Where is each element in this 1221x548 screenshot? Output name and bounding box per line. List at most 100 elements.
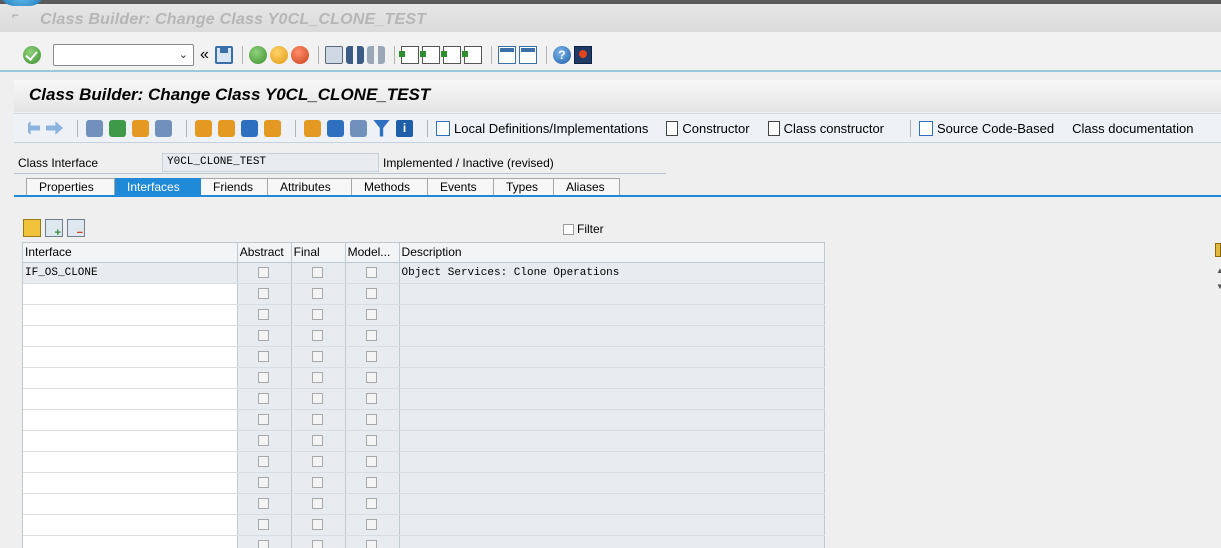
- final-cell[interactable]: [291, 347, 346, 367]
- table-row[interactable]: [23, 515, 826, 536]
- table-row[interactable]: [23, 347, 826, 368]
- table-row[interactable]: [23, 452, 826, 473]
- last-page-icon[interactable]: [461, 46, 482, 64]
- details-icon[interactable]: [350, 119, 367, 137]
- abstract-cell[interactable]: [237, 305, 292, 325]
- abstract-cell[interactable]: [237, 452, 292, 472]
- abstract-checkbox[interactable]: [258, 456, 270, 467]
- description-cell[interactable]: [399, 368, 826, 388]
- constructor-icon[interactable]: [666, 120, 679, 136]
- back-icon[interactable]: [248, 46, 267, 64]
- modeled-cell[interactable]: [345, 410, 400, 430]
- command-field[interactable]: ⌄: [53, 44, 194, 66]
- modeled-cell[interactable]: [345, 452, 400, 472]
- forward-arrow-icon[interactable]: [46, 121, 63, 135]
- table-row[interactable]: IF_OS_CLONE Object Services: Clone Operat…: [23, 263, 826, 284]
- abstract-checkbox[interactable]: [258, 267, 270, 278]
- tab-types[interactable]: Types: [494, 178, 554, 196]
- description-cell[interactable]: [399, 515, 826, 535]
- hierarchy-icon[interactable]: [304, 119, 321, 137]
- class-documentation-button[interactable]: Class documentation: [1072, 121, 1193, 136]
- table-row[interactable]: [23, 284, 826, 305]
- constructor-button[interactable]: Constructor: [682, 121, 749, 136]
- abstract-checkbox[interactable]: [258, 414, 270, 425]
- final-checkbox[interactable]: [312, 351, 324, 362]
- modeled-cell[interactable]: [345, 368, 400, 388]
- modeled-checkbox[interactable]: [366, 456, 378, 467]
- modeled-checkbox[interactable]: [366, 267, 378, 278]
- modeled-checkbox[interactable]: [366, 540, 378, 548]
- final-cell[interactable]: [291, 305, 346, 325]
- abstract-checkbox[interactable]: [258, 519, 270, 530]
- interface-cell[interactable]: [23, 473, 238, 493]
- abstract-cell[interactable]: [237, 263, 292, 283]
- tab-interfaces[interactable]: Interfaces: [115, 178, 201, 196]
- final-checkbox[interactable]: [312, 414, 324, 425]
- check-icon[interactable]: [109, 119, 126, 137]
- cancel-icon[interactable]: [290, 46, 309, 64]
- final-cell[interactable]: [291, 473, 346, 493]
- final-checkbox[interactable]: [312, 372, 324, 383]
- final-cell[interactable]: [291, 515, 346, 535]
- description-cell[interactable]: [399, 452, 826, 472]
- column-header-abstract[interactable]: Abstract: [238, 243, 292, 262]
- filter-option[interactable]: Filter: [563, 222, 604, 236]
- abstract-cell[interactable]: [237, 368, 292, 388]
- abstract-checkbox[interactable]: [258, 330, 270, 341]
- table-row[interactable]: [23, 536, 826, 548]
- tab-aliases[interactable]: Aliases: [554, 178, 620, 196]
- interface-cell[interactable]: [23, 452, 238, 472]
- table-row[interactable]: [23, 326, 826, 347]
- abstract-checkbox[interactable]: [258, 435, 270, 446]
- abstract-cell[interactable]: [237, 326, 292, 346]
- sort-icon[interactable]: [327, 119, 344, 137]
- final-checkbox[interactable]: [312, 456, 324, 467]
- column-header-interface[interactable]: Interface: [23, 243, 238, 262]
- tab-events[interactable]: Events: [428, 178, 494, 196]
- modeled-checkbox[interactable]: [366, 351, 378, 362]
- edit-pencil-icon[interactable]: [218, 119, 235, 137]
- abstract-cell[interactable]: [237, 515, 292, 535]
- abstract-checkbox[interactable]: [258, 498, 270, 509]
- modeled-cell[interactable]: [345, 515, 400, 535]
- source-code-icon[interactable]: [919, 120, 934, 136]
- final-cell[interactable]: [291, 536, 346, 548]
- final-checkbox[interactable]: [312, 477, 324, 488]
- table-row[interactable]: [23, 368, 826, 389]
- modeled-cell[interactable]: [345, 263, 400, 283]
- table-row[interactable]: [23, 389, 826, 410]
- final-cell[interactable]: [291, 263, 346, 283]
- previous-page-icon[interactable]: [419, 46, 440, 64]
- modeled-checkbox[interactable]: [366, 519, 378, 530]
- source-code-based-button[interactable]: Source Code-Based: [937, 121, 1054, 136]
- description-cell[interactable]: [399, 410, 826, 430]
- column-header-description[interactable]: Description: [400, 243, 826, 262]
- modeled-checkbox[interactable]: [366, 435, 378, 446]
- abstract-checkbox[interactable]: [258, 372, 270, 383]
- window-menu-icon[interactable]: ⌐: [12, 8, 26, 22]
- interface-cell[interactable]: [23, 347, 238, 367]
- modeled-cell[interactable]: [345, 389, 400, 409]
- final-cell[interactable]: [291, 410, 346, 430]
- local-definitions-button[interactable]: Local Definitions/Implementations: [454, 121, 648, 136]
- save-icon[interactable]: [214, 46, 233, 64]
- interface-cell[interactable]: [23, 494, 238, 514]
- filter-checkbox[interactable]: [563, 223, 574, 235]
- chevron-down-icon[interactable]: ⌄: [179, 48, 188, 61]
- print-icon[interactable]: [324, 46, 343, 64]
- activate-icon[interactable]: [132, 119, 149, 137]
- interface-cell[interactable]: [23, 284, 238, 304]
- help-icon[interactable]: ?: [552, 46, 571, 64]
- find-next-icon[interactable]: [366, 46, 385, 64]
- final-cell[interactable]: [291, 284, 346, 304]
- final-checkbox[interactable]: [312, 519, 324, 530]
- final-cell[interactable]: [291, 326, 346, 346]
- tab-methods[interactable]: Methods: [352, 178, 428, 196]
- final-checkbox[interactable]: [312, 540, 324, 548]
- description-cell[interactable]: Object Services: Clone Operations: [399, 263, 826, 283]
- class-constructor-icon[interactable]: [767, 120, 780, 136]
- table-row[interactable]: [23, 473, 826, 494]
- modeled-checkbox[interactable]: [366, 414, 378, 425]
- first-page-icon[interactable]: [398, 46, 419, 64]
- modeled-checkbox[interactable]: [366, 393, 378, 404]
